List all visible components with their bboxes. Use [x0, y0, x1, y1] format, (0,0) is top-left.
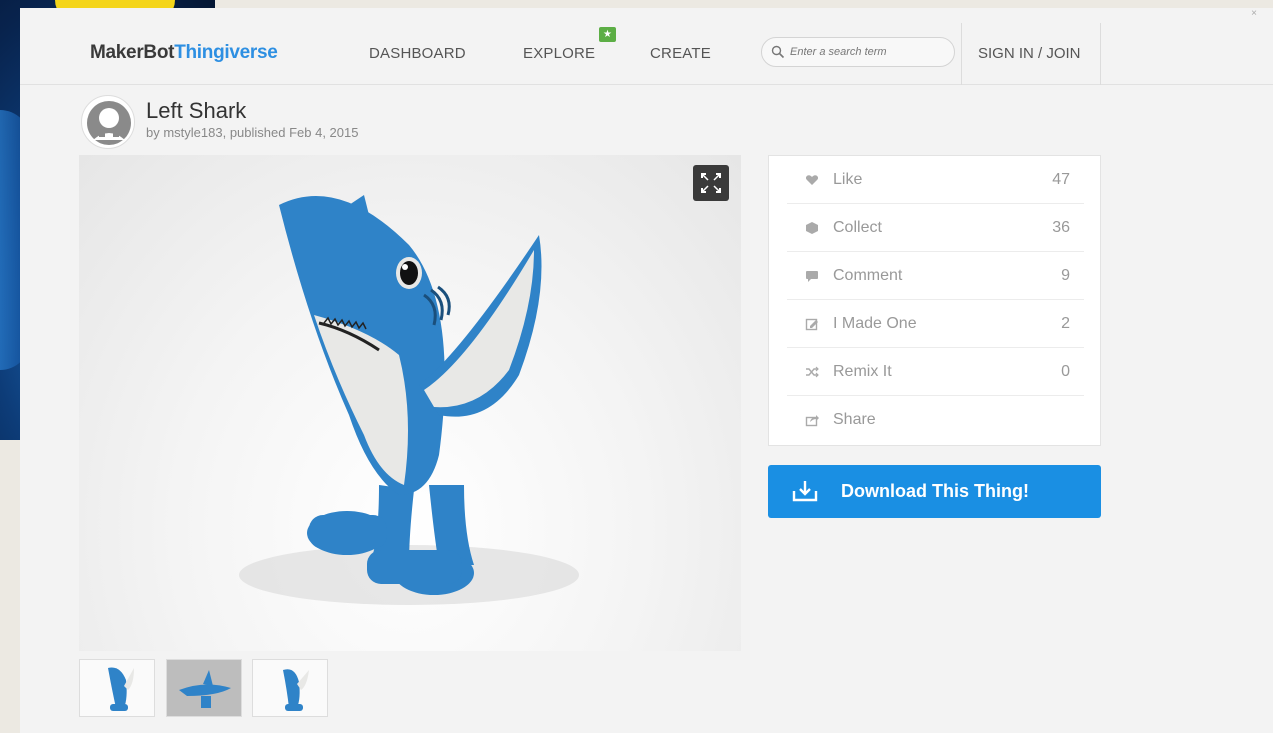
remix-count: 0	[1061, 363, 1070, 380]
search-box[interactable]	[761, 37, 955, 67]
download-button[interactable]: Download This Thing!	[768, 465, 1101, 518]
search-input[interactable]	[790, 44, 945, 60]
browser-window: × MakerBotThingiverse DASHBOARD EXPLORE …	[20, 8, 1273, 733]
close-icon[interactable]: ×	[1251, 8, 1257, 19]
remix-icon	[806, 366, 819, 378]
heart-icon	[805, 175, 819, 185]
nav-create[interactable]: CREATE	[650, 45, 711, 62]
nav-explore[interactable]: EXPLORE	[523, 45, 595, 62]
share-row[interactable]: Share	[787, 396, 1084, 444]
thumbnail-2[interactable]	[166, 659, 242, 717]
collect-row[interactable]: Collect 36	[787, 204, 1084, 252]
thumbnail-3[interactable]	[252, 659, 328, 717]
site-logo[interactable]: MakerBotThingiverse	[90, 42, 278, 64]
site-header: MakerBotThingiverse DASHBOARD EXPLORE ★ …	[20, 23, 1273, 85]
comment-icon	[806, 271, 818, 282]
remix-row[interactable]: Remix It 0	[787, 348, 1084, 396]
share-label: Share	[833, 411, 876, 428]
like-label: Like	[833, 171, 863, 188]
thumbnail-shark-image	[179, 670, 231, 708]
search-icon	[771, 45, 785, 59]
collect-count: 36	[1052, 219, 1070, 236]
thing-actions-panel: Like 47 Collect 36 Comment 9 I Made One …	[768, 155, 1101, 446]
remix-label: Remix It	[833, 363, 892, 380]
download-label: Download This Thing!	[841, 481, 1029, 501]
thumbnail-1[interactable]	[79, 659, 155, 717]
made-one-icon	[805, 318, 818, 331]
expand-fullscreen-button[interactable]	[693, 165, 729, 201]
share-icon	[805, 415, 819, 427]
logo-makerbot: MakerBot	[90, 42, 175, 63]
thing-byline: by mstyle183, published Feb 4, 2015	[146, 125, 359, 140]
signin-container: SIGN IN / JOIN	[961, 23, 1101, 85]
collect-icon	[806, 222, 818, 234]
left-shark-image	[239, 195, 579, 605]
logo-thingiverse: Thingiverse	[174, 42, 278, 63]
fullscreen-icon	[701, 173, 721, 193]
main-thing-image[interactable]	[79, 155, 741, 651]
download-icon	[792, 481, 818, 502]
signin-join-link[interactable]: SIGN IN / JOIN	[978, 45, 1081, 62]
like-row[interactable]: Like 47	[787, 156, 1084, 204]
comment-count: 9	[1061, 267, 1070, 284]
explore-new-badge: ★	[599, 27, 616, 42]
comment-label: Comment	[833, 267, 903, 284]
thumbnail-shark-image	[108, 667, 134, 711]
made-one-label: I Made One	[833, 315, 917, 332]
nav-dashboard[interactable]: DASHBOARD	[369, 45, 466, 62]
like-count: 47	[1052, 171, 1070, 188]
thumbnail-shark-image	[283, 669, 309, 711]
thing-title: Left Shark	[146, 98, 247, 123]
comment-row[interactable]: Comment 9	[787, 252, 1084, 300]
collect-label: Collect	[833, 219, 882, 236]
avatar[interactable]	[81, 95, 135, 149]
user-avatar-icon	[87, 101, 131, 145]
made-one-count: 2	[1061, 315, 1070, 332]
made-one-row[interactable]: I Made One 2	[787, 300, 1084, 348]
